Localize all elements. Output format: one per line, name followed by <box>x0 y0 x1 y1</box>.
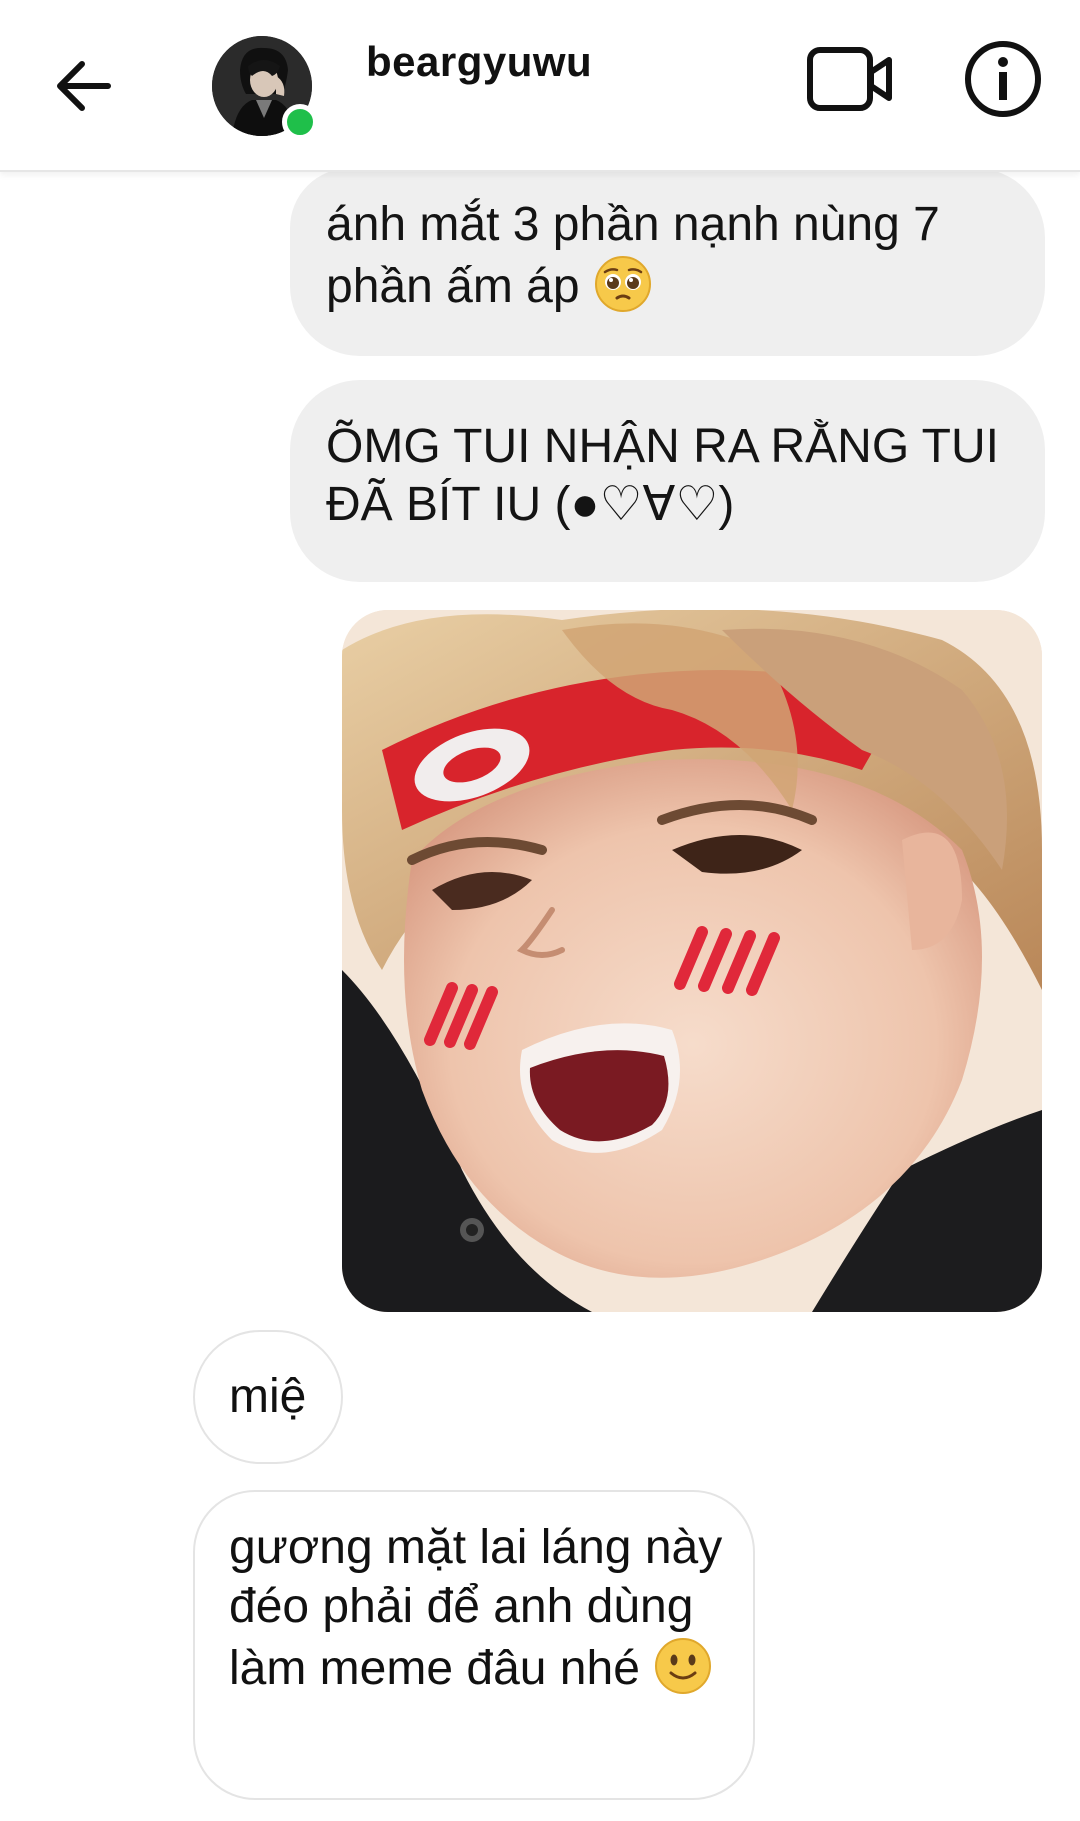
username[interactable]: beargyuwu <box>366 38 592 86</box>
photo-image <box>342 610 1042 1312</box>
arrow-left-icon <box>57 61 111 111</box>
info-button[interactable] <box>962 38 1044 120</box>
received-message-bubble[interactable]: miệ <box>193 1330 343 1464</box>
slightly-smiling-face-emoji-icon <box>653 1636 713 1696</box>
message-text: gương mặt lai láng này đéo phải để anh d… <box>229 1521 723 1695</box>
message-text: ÕMG TUI NHẬN RA RẰNG TUI ĐÃ BÍT IU (●♡∀♡… <box>326 420 999 531</box>
received-message-bubble[interactable]: gương mặt lai láng này đéo phải để anh d… <box>193 1490 755 1800</box>
sent-message-bubble[interactable]: ÕMG TUI NHẬN RA RẰNG TUI ĐÃ BÍT IU (●♡∀♡… <box>290 380 1045 582</box>
info-circle-icon <box>965 41 1041 117</box>
avatar[interactable] <box>212 36 318 140</box>
sent-photo-message[interactable] <box>342 610 1042 1312</box>
pleading-face-emoji-icon <box>593 254 653 314</box>
online-status-dot <box>282 104 318 140</box>
chat-header: beargyuwu <box>0 0 1080 172</box>
message-text: miệ <box>229 1370 307 1423</box>
chat-screen: beargyuwu ánh mắt 3 phần nạnh nùng 7 phầ… <box>0 0 1080 1821</box>
back-button[interactable] <box>50 50 120 120</box>
video-camera-icon <box>807 47 892 111</box>
video-call-button[interactable] <box>805 40 895 120</box>
sent-message-bubble[interactable]: ánh mắt 3 phần nạnh nùng 7 phần ấm áp <box>290 168 1045 356</box>
